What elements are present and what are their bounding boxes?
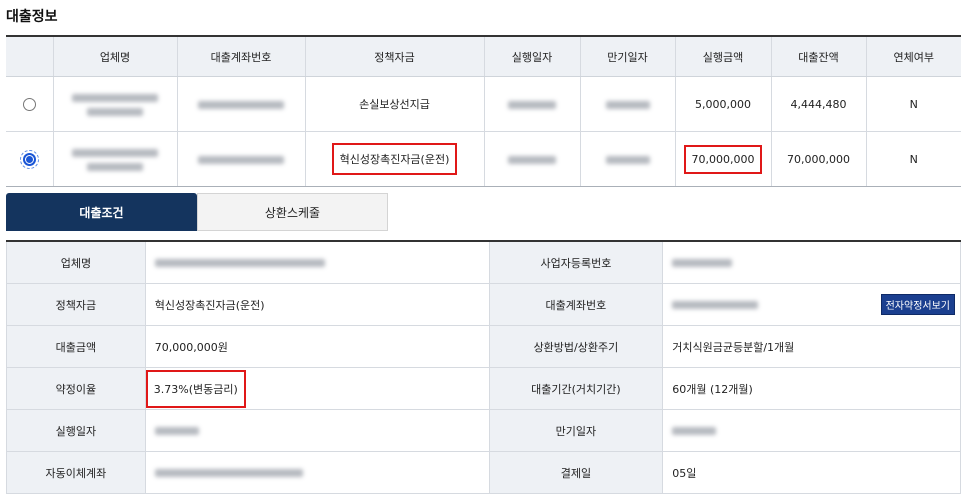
- interest-rate-value: 3.73%(변동금리): [145, 369, 246, 408]
- col-policy-fund: 정책자금: [304, 35, 484, 77]
- page-title: 대출정보: [6, 9, 58, 25]
- col-maturity-date: 만기일자: [579, 35, 675, 77]
- exec-date-redacted: [508, 155, 556, 164]
- biz-no-label: 사업자등록번호: [488, 240, 664, 284]
- row-select-radio[interactable]: [19, 149, 39, 169]
- exec-amount-cell: 5,000,000: [674, 76, 771, 132]
- col-overdue: 연체여부: [865, 35, 961, 77]
- loan-amount-value: 70,000,000원: [144, 325, 490, 368]
- loan-period-label: 대출기간(거치기간): [488, 367, 664, 410]
- account-number-redacted: [198, 100, 284, 109]
- balance-cell: 4,444,480: [770, 76, 866, 132]
- table-row[interactable]: 혁신성장촉진자금(운전) 70,000,000 70,000,000 N: [6, 131, 961, 187]
- policy-fund-cell: 혁신성장촉진자금(운전): [331, 143, 458, 175]
- exec-date-redacted: [508, 100, 556, 109]
- repay-method-value: 거치식원금균등분할/1개월: [662, 325, 961, 368]
- exec-date-value-redacted: [154, 427, 199, 435]
- loan-period-value: 60개월 (12개월): [662, 367, 961, 410]
- col-company: 업체명: [52, 35, 177, 77]
- auto-debit-value-redacted: [154, 469, 303, 477]
- tab-repayment-schedule[interactable]: 상환스케줄: [197, 193, 388, 231]
- maturity-date-value-redacted: [672, 427, 717, 435]
- loan-table: 업체명 대출계좌번호 정책자금 실행일자 만기일자 실행금액 대출잔액 연체여부…: [6, 35, 961, 187]
- loan-table-header: 업체명 대출계좌번호 정책자금 실행일자 만기일자 실행금액 대출잔액 연체여부: [6, 35, 961, 77]
- table-row[interactable]: 손실보상선지급 5,000,000 4,444,480 N: [6, 76, 961, 132]
- maturity-date-redacted: [605, 100, 650, 109]
- company-name-redacted: [72, 94, 158, 116]
- exec-date-label: 실행일자: [6, 409, 146, 452]
- maturity-date-label: 만기일자: [488, 409, 664, 452]
- account-number-redacted: [198, 155, 284, 164]
- account-value-redacted: [672, 300, 759, 309]
- tab-loan-terms[interactable]: 대출조건: [6, 193, 197, 231]
- payment-day-label: 결제일: [488, 451, 664, 494]
- interest-rate-label: 약정이율: [6, 367, 146, 410]
- company-value-redacted: [154, 259, 325, 267]
- auto-debit-label: 자동이체계좌: [6, 451, 146, 494]
- biz-no-value-redacted: [672, 259, 733, 267]
- overdue-cell: N: [865, 131, 961, 187]
- account-label: 대출계좌번호: [488, 283, 664, 326]
- policy-fund-cell: 손실보상선지급: [304, 76, 484, 132]
- col-select: [6, 35, 53, 77]
- payment-day-value: 05일: [662, 451, 961, 494]
- row-select-radio[interactable]: [22, 97, 36, 111]
- policy-fund-label: 정책자금: [6, 283, 146, 326]
- maturity-date-redacted: [605, 155, 650, 164]
- overdue-cell: N: [865, 76, 961, 132]
- loan-amount-label: 대출금액: [6, 325, 146, 368]
- col-balance: 대출잔액: [770, 35, 866, 77]
- repay-method-label: 상환방법/상환주기: [488, 325, 664, 368]
- company-name-redacted: [72, 149, 158, 171]
- policy-fund-value: 혁신성장촉진자금(운전): [144, 283, 490, 326]
- view-e-contract-button[interactable]: 전자약정서보기: [880, 294, 955, 315]
- exec-amount-cell: 70,000,000: [683, 144, 763, 174]
- col-exec-date: 실행일자: [483, 35, 580, 77]
- col-account: 대출계좌번호: [176, 35, 305, 77]
- company-label: 업체명: [6, 240, 146, 284]
- col-exec-amount: 실행금액: [674, 35, 771, 77]
- loan-detail-table: 업체명 사업자등록번호 정책자금 혁신성장촉진자금(운전) 대출계좌번호 전자약…: [6, 240, 961, 494]
- balance-cell: 70,000,000: [770, 131, 866, 187]
